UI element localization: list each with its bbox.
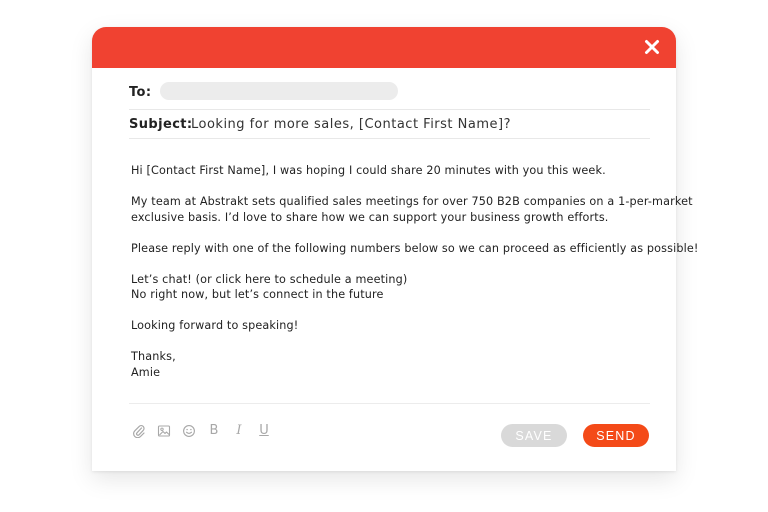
to-row: To: (129, 79, 650, 110)
signature-name: Amie (131, 365, 161, 379)
paperclip-icon (133, 424, 145, 438)
italic-icon: I (236, 423, 242, 438)
option-line: Let’s chat! (or click here to schedule a… (131, 272, 408, 286)
to-input[interactable] (160, 82, 398, 100)
bold-icon: B (209, 423, 219, 438)
save-button[interactable]: SAVE (501, 424, 567, 447)
compose-window: To: Subject: Looking for more sales, [Co… (92, 27, 699, 471)
formatting-toolbar: B I U (132, 423, 282, 439)
underline-button[interactable]: U (257, 424, 271, 438)
underline-icon: U (259, 423, 269, 438)
close-button[interactable] (642, 37, 662, 57)
option-line: No right now, but let’s connect in the f… (131, 288, 384, 301)
bold-button[interactable]: B (207, 424, 221, 438)
subject-row: Subject: Looking for more sales, [Contac… (129, 110, 650, 139)
paragraph: Please reply with one of the following n… (131, 241, 699, 255)
paragraph-line: My team at Abstrakt sets qualified sales… (131, 195, 693, 208)
close-icon (645, 40, 659, 54)
compose-titlebar (92, 27, 676, 68)
italic-button[interactable]: I (232, 424, 246, 438)
emoji-button[interactable] (182, 424, 196, 438)
closing-line: Looking forward to speaking! (131, 319, 299, 332)
options-list: Let’s chat! (or click here to schedule a… (131, 272, 651, 303)
attach-button[interactable] (132, 424, 146, 438)
signature-block: Thanks, Amie (131, 349, 651, 380)
smiley-icon (183, 425, 195, 437)
to-label: To: (129, 85, 152, 100)
subject-input[interactable]: Looking for more sales, [Contact First N… (191, 117, 511, 132)
image-icon (157, 425, 171, 437)
toolbar-divider (129, 403, 650, 404)
paragraph: My team at Abstrakt sets qualified sales… (131, 194, 693, 225)
greeting-line: Hi [Contact First Name], I was hoping I … (131, 164, 606, 177)
paragraph-line: exclusive basis. I’d love to share how w… (131, 210, 609, 224)
message-body[interactable]: Hi [Contact First Name], I was hoping I … (131, 163, 699, 396)
signoff-line: Thanks, (131, 350, 176, 363)
send-button[interactable]: SEND (583, 424, 649, 447)
insert-image-button[interactable] (157, 424, 171, 438)
subject-label: Subject: (129, 117, 193, 132)
